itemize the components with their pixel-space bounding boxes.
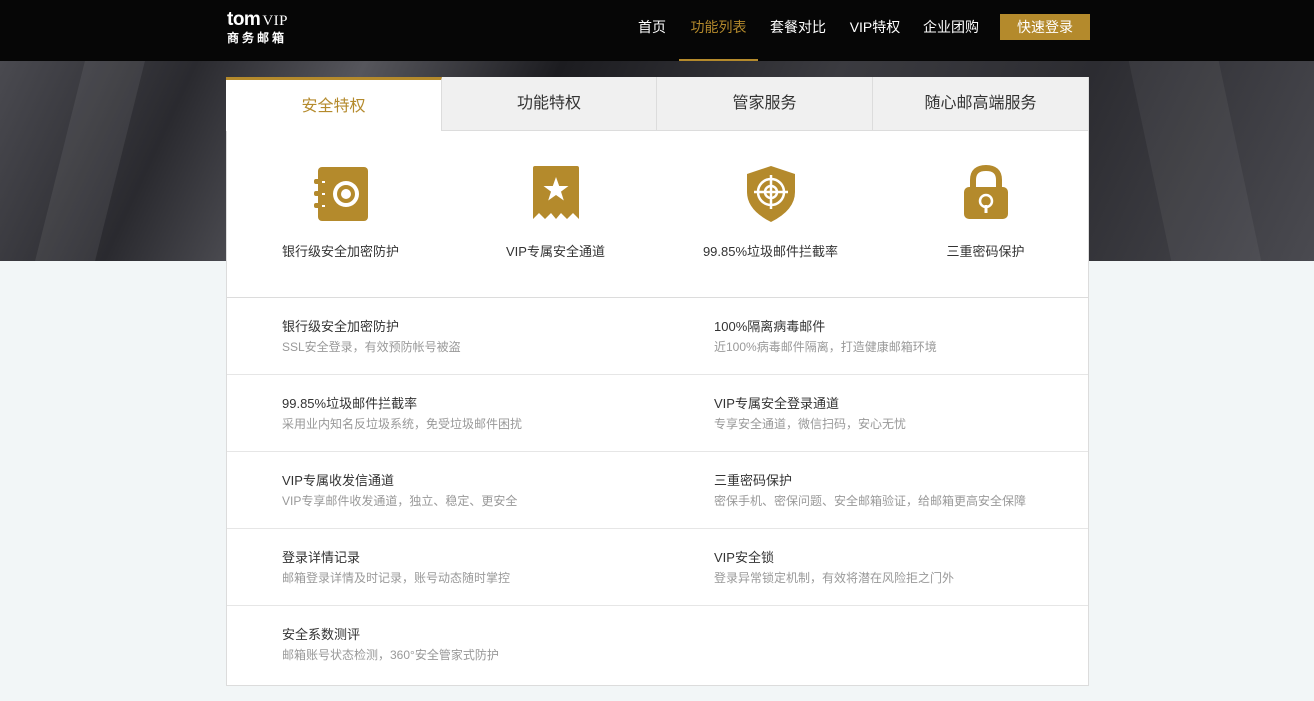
feature-label: 银行级安全加密防护 [281, 244, 399, 259]
detail-item: VIP安全锁 登录异常锁定机制，有效将潜在风险拒之门外 [714, 549, 954, 587]
detail-desc: 登录异常锁定机制，有效将潜在风险拒之门外 [714, 571, 955, 585]
detail-title: 登录详情记录 [282, 550, 361, 565]
top-navigation-bar: tom VIP 商务邮箱 首页 功能列表 套餐对比 VIP特权 企业团购 快速登录 [0, 0, 1314, 61]
detail-desc: SSL安全登录，有效预防帐号被盗 [282, 340, 461, 354]
logo-brand: tom [227, 9, 261, 30]
detail-item: VIP专属安全登录通道 专享安全通道，微信扫码，安心无忧 [714, 395, 906, 433]
detail-title: 99.85%垃圾邮件拦截率 [282, 396, 418, 411]
detail-item: 安全系数测评 邮箱账号状态检测，360°安全管家式防护 [282, 626, 499, 664]
feature-triple-password: 三重密码保护 [878, 131, 1093, 298]
feature-vip-channel: VIP专属安全通道 [448, 131, 663, 298]
quick-login-button[interactable]: 快速登录 [1000, 14, 1090, 40]
detail-title: VIP安全锁 [714, 550, 774, 565]
feature-tabs: 安全特权 功能特权 管家服务 随心邮高端服务 [226, 77, 1089, 131]
detail-title: VIP专属收发信通道 [282, 473, 394, 488]
shield-target-icon [746, 166, 795, 222]
detail-row: 银行级安全加密防护 SSL安全登录，有效预防帐号被盗 100%隔离病毒邮件 近1… [227, 298, 1088, 375]
detail-title: VIP专属安全登录通道 [714, 396, 839, 411]
nav-home[interactable]: 首页 [633, 0, 671, 61]
detail-row: 登录详情记录 邮箱登录详情及时记录，账号动态随时掌控 VIP安全锁 登录异常锁定… [227, 529, 1088, 606]
feature-spam-block: 99.85%垃圾邮件拦截率 [663, 131, 878, 298]
nav-vip-privileges[interactable]: VIP特权 [845, 0, 905, 61]
detail-desc: VIP专享邮件收发通道，独立、稳定、更安全 [282, 494, 518, 508]
feature-label: VIP专属安全通道 [506, 244, 605, 259]
security-feature-icons: 银行级安全加密防护 VIP专属安全通道 99.85%垃圾邮件拦截率 三重密码保护 [226, 131, 1089, 298]
nav-feature-list[interactable]: 功能列表 [679, 0, 758, 61]
detail-desc: 密保手机、密保问题、安全邮箱验证，给邮箱更高安全保障 [714, 494, 1027, 508]
detail-item: 100%隔离病毒邮件 近100%病毒邮件隔离，打造健康邮箱环境 [714, 318, 937, 356]
feature-bank-encryption: 银行级安全加密防护 [233, 131, 448, 298]
padlock-icon [963, 165, 1008, 219]
detail-title: 100%隔离病毒邮件 [714, 319, 826, 334]
tab-functions[interactable]: 功能特权 [442, 77, 657, 131]
tab-butler-service[interactable]: 管家服务 [657, 77, 873, 131]
nav-enterprise-group[interactable]: 企业团购 [920, 0, 982, 61]
star-ticket-icon [532, 166, 579, 219]
detail-row: VIP专属收发信通道 VIP专享邮件收发通道，独立、稳定、更安全 三重密码保护 … [227, 452, 1088, 529]
detail-desc: 采用业内知名反垃圾系统，免受垃圾邮件困扰 [282, 417, 523, 431]
feature-label: 99.85%垃圾邮件拦截率 [702, 244, 839, 259]
detail-title: 三重密码保护 [714, 473, 793, 488]
feature-label: 三重密码保护 [946, 244, 1025, 259]
detail-item: VIP专属收发信通道 VIP专享邮件收发通道，独立、稳定、更安全 [282, 472, 517, 510]
logo-subtitle: 商务邮箱 [227, 31, 288, 45]
safe-icon [313, 167, 368, 221]
tab-security[interactable]: 安全特权 [226, 77, 442, 131]
detail-item: 三重密码保护 密保手机、密保问题、安全邮箱验证，给邮箱更高安全保障 [714, 472, 1026, 510]
detail-desc: 邮箱登录详情及时记录，账号动态随时掌控 [282, 571, 511, 585]
tab-premium-service[interactable]: 随心邮高端服务 [873, 77, 1089, 131]
detail-row: 99.85%垃圾邮件拦截率 采用业内知名反垃圾系统，免受垃圾邮件困扰 VIP专属… [227, 375, 1088, 452]
tom-vip-logo[interactable]: tom VIP 商务邮箱 [227, 9, 317, 45]
logo-vip: VIP [262, 13, 288, 29]
detail-desc: 邮箱账号状态检测，360°安全管家式防护 [282, 648, 499, 662]
detail-item: 银行级安全加密防护 SSL安全登录，有效预防帐号被盗 [282, 318, 461, 356]
detail-item: 99.85%垃圾邮件拦截率 采用业内知名反垃圾系统，免受垃圾邮件困扰 [282, 395, 522, 433]
security-detail-list: 银行级安全加密防护 SSL安全登录，有效预防帐号被盗 100%隔离病毒邮件 近1… [226, 298, 1089, 686]
nav-plan-compare[interactable]: 套餐对比 [766, 0, 830, 61]
detail-title: 银行级安全加密防护 [282, 319, 400, 334]
detail-title: 安全系数测评 [282, 627, 361, 642]
detail-desc: 专享安全通道，微信扫码，安心无忧 [714, 417, 907, 431]
detail-item: 登录详情记录 邮箱登录详情及时记录，账号动态随时掌控 [282, 549, 510, 587]
detail-desc: 近100%病毒邮件隔离，打造健康邮箱环境 [714, 340, 937, 354]
detail-row: 安全系数测评 邮箱账号状态检测，360°安全管家式防护 [227, 606, 1088, 683]
